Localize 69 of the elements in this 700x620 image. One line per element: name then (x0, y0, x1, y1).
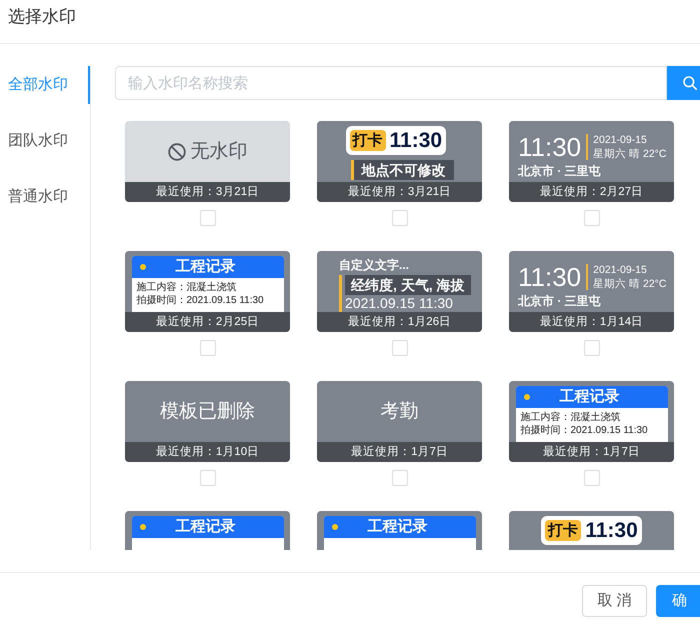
last-used-bar: 最近使用：1月14日 (509, 312, 674, 332)
watermark-card[interactable]: 模板已删除 最近使用：1月10日 (125, 381, 290, 462)
sidebar-tab[interactable]: 普通水印 (0, 178, 90, 216)
cancel-button[interactable]: 取消 (582, 585, 647, 617)
record-title: 工程记录 (368, 518, 428, 536)
watermark-card[interactable]: 打卡 11:30 地点不可修改 最近使用：3月21日 (317, 121, 482, 202)
location-text: 北京市 · 三里屯 (518, 294, 601, 308)
last-used-bar: 最近使用：2月27日 (509, 182, 674, 202)
last-used-bar: 最近使用：1月7日 (317, 442, 482, 462)
location-label: 地点不可修改 (354, 160, 454, 180)
watermark-card[interactable]: 工程记录 (125, 511, 290, 550)
watermark-card[interactable]: 打卡 11:30 (509, 511, 674, 550)
search-field[interactable]: 输入水印名称搜索 (115, 66, 667, 100)
record-field: 拍摄时间：2021.09.15 11:30 (520, 424, 648, 437)
punch-tag: 打卡 (545, 520, 582, 541)
location-text: 北京市 · 三里屯 (518, 164, 601, 178)
record-field: 施工内容：混凝土浇筑 (520, 411, 620, 424)
clock-time: 11:30 (518, 132, 582, 162)
watermark-name: 模板已删除 (160, 400, 255, 422)
checkbox[interactable] (200, 340, 216, 356)
time-text: 11:30 (390, 128, 442, 152)
ban-icon (168, 142, 186, 160)
record-title: 工程记录 (176, 518, 236, 536)
last-used-bar: 最近使用：3月21日 (317, 182, 482, 202)
checkbox[interactable] (392, 470, 408, 486)
watermark-card[interactable]: 工程记录 施工内容：混凝土浇筑 拍摄时间：2021.09.15 11:30 最近使用：1月7日 (509, 381, 674, 462)
last-used-bar: 最近使用：2月25日 (125, 312, 290, 332)
dot-icon (332, 524, 338, 530)
last-used-bar: 最近使用：1月7日 (509, 442, 674, 462)
checkbox[interactable] (392, 210, 408, 226)
dot-icon (140, 524, 146, 530)
checkbox[interactable] (584, 210, 600, 226)
watermark-card[interactable]: 11:30 2021-09-15 星期六 晴 22°C 北京市 · 三里屯 最近使用：1月14日 (509, 251, 674, 332)
record-field: 施工内容：混凝土浇筑 (136, 281, 236, 294)
fields-label: 经纬度, 天气, 海拔 (345, 275, 471, 295)
watermark-card[interactable]: 自定义文字... 经纬度, 天气, 海拔 2021.09.15 11:30 最近使用：1月26日 (317, 251, 482, 332)
search-button[interactable] (667, 66, 700, 100)
checkbox[interactable] (584, 470, 600, 486)
dot-icon (524, 394, 530, 400)
watermark-card[interactable]: 11:30 2021-09-15 星期六 晴 22°C 北京市 · 三里屯 最近使用：2月27日 (509, 121, 674, 202)
watermark-card[interactable]: 工程记录 (317, 511, 482, 550)
weather-text: 星期六 晴 22°C (593, 147, 666, 161)
last-used-bar: 最近使用：3月21日 (125, 182, 290, 202)
datetime-text: 2021.09.15 11:30 (345, 295, 453, 312)
dot-icon (140, 264, 146, 270)
sidebar-tab[interactable]: 团队水印 (0, 122, 90, 160)
time-text: 11:30 (585, 518, 638, 542)
search-icon (683, 76, 697, 90)
punch-tag: 打卡 (350, 130, 386, 151)
checkbox[interactable] (392, 340, 408, 356)
custom-text: 自定义文字... (339, 258, 410, 272)
date-text: 2021-09-15 (593, 133, 647, 147)
last-used-bar: 最近使用：1月10日 (125, 442, 290, 462)
watermark-name: 考勤 (380, 400, 418, 422)
record-title: 工程记录 (176, 258, 236, 276)
record-title: 工程记录 (560, 388, 620, 406)
weather-text: 星期六 晴 22°C (593, 277, 666, 291)
watermark-card[interactable]: 工程记录 施工内容：混凝土浇筑 拍摄时间：2021.09.15 11:30 最近使用：2月25日 (125, 251, 290, 332)
dialog-title: 选择水印 (8, 7, 76, 27)
clock-time: 11:30 (518, 262, 582, 292)
checkbox[interactable] (200, 470, 216, 486)
watermark-card[interactable]: 考勤 最近使用：1月7日 (317, 381, 482, 462)
checkbox[interactable] (200, 210, 216, 226)
last-used-bar: 最近使用：1月26日 (317, 312, 482, 332)
date-text: 2021-09-15 (593, 263, 647, 277)
watermark-card[interactable]: 无水印 最近使用：3月21日 (125, 121, 290, 202)
checkbox[interactable] (584, 340, 600, 356)
record-field: 拍摄时间：2021.09.15 11:30 (136, 294, 264, 307)
watermark-name: 无水印 (190, 140, 248, 162)
